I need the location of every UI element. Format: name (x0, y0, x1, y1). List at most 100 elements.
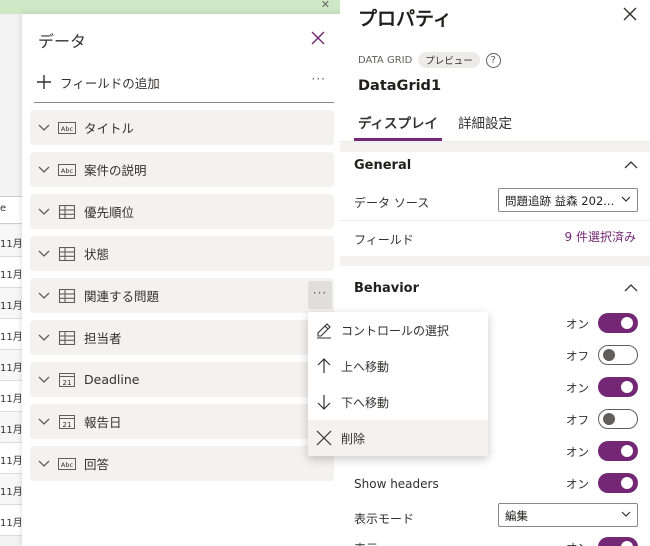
chevron-up-icon[interactable] (624, 283, 638, 293)
add-field-label: フィールドの追加 (60, 75, 160, 91)
general-section-title[interactable]: General (354, 158, 411, 173)
chevron-up-icon[interactable] (624, 160, 638, 170)
visible-toggle[interactable] (598, 537, 638, 546)
field-label: 関連する問題 (84, 289, 160, 304)
tab-display[interactable]: ディスプレイ (354, 110, 443, 141)
field-item[interactable]: Abc 回答 (30, 446, 334, 481)
svg-text:21: 21 (63, 379, 72, 387)
data-panel: データ フィールドの追加 ··· Abc タイトル Abc 案件の説明 優先順位 状態 関連… (22, 14, 350, 546)
arrow-down-icon (317, 395, 331, 410)
display-mode-select[interactable]: 編集 (498, 503, 638, 527)
display-mode-label: 表示モード (354, 512, 415, 526)
toggle-knob (621, 477, 633, 489)
display-mode-value: 編集 (505, 509, 528, 523)
control-name: DataGrid1 (358, 78, 442, 94)
properties-title: プロパティ (358, 8, 452, 30)
field-label: 状態 (84, 247, 110, 262)
data-source-select[interactable]: 問題追跡 益森 202... (498, 188, 638, 212)
control-type: DATA GRID プレビュー ? (358, 52, 501, 68)
field-item[interactable]: Abc 案件の説明 (30, 152, 334, 187)
properties-tabs: ディスプレイ 詳細設定 (354, 110, 528, 141)
chevron-down-icon[interactable] (38, 250, 50, 258)
toggle-state-label: オフ (566, 349, 589, 363)
toggle-state-label: オン (566, 477, 589, 491)
field-item[interactable]: 状態 (30, 236, 334, 271)
behavior-toggle[interactable] (598, 377, 638, 397)
behavior-section-title[interactable]: Behavior (354, 281, 419, 296)
plus-icon (37, 75, 51, 89)
arrow-up-icon (317, 358, 331, 373)
close-icon (316, 430, 332, 446)
field-item[interactable]: Abc タイトル (30, 110, 334, 145)
field-item[interactable]: 担当者 (30, 320, 334, 355)
behavior-toggle[interactable] (598, 473, 638, 493)
properties-panel: プロパティ DATA GRID プレビュー ? DataGrid1 ディスプレイ… (340, 0, 650, 546)
toggle-state-label: オン (566, 445, 589, 459)
context-menu-item[interactable]: コントロールの選択 (308, 312, 488, 348)
date-field-icon: 21 (59, 372, 75, 387)
chevron-down-icon[interactable] (38, 166, 50, 174)
text-field-icon: Abc (58, 457, 76, 470)
add-field-button[interactable]: フィールドの追加 ··· (34, 70, 334, 94)
choice-field-icon (58, 246, 76, 261)
close-icon[interactable] (308, 28, 328, 48)
field-item[interactable]: 優先順位 (30, 194, 334, 229)
text-field-icon: Abc (58, 121, 76, 134)
context-menu-item[interactable]: 上へ移動 (308, 348, 488, 384)
context-menu-item[interactable]: 削除 (308, 420, 488, 456)
context-menu-label: 削除 (341, 431, 366, 446)
help-icon[interactable]: ? (485, 52, 501, 68)
chevron-down-icon[interactable] (38, 334, 50, 342)
field-item[interactable]: 関連する問題 ··· (30, 278, 334, 313)
chevron-down-icon[interactable] (38, 124, 50, 132)
section-separator (340, 142, 650, 152)
context-menu-label: 下へ移動 (341, 395, 390, 410)
grid-row-cell: 11月1 (0, 257, 22, 288)
chevron-down-icon[interactable] (38, 208, 50, 216)
chevron-down-icon[interactable] (38, 292, 50, 300)
grid-header-cell: e (0, 196, 22, 224)
toggle-knob (603, 413, 615, 425)
context-menu-item[interactable]: 下へ移動 (308, 384, 488, 420)
more-options-icon[interactable]: ··· (308, 281, 332, 309)
text-field-icon: Abc (58, 163, 76, 176)
grid-row-cell: 11月7 (0, 226, 22, 257)
toggle-state-label: オフ (566, 413, 589, 427)
tab-advanced[interactable]: 詳細設定 (454, 110, 516, 141)
chevron-down-icon[interactable] (38, 460, 50, 468)
data-source-value: 問題追跡 益森 202... (505, 194, 615, 208)
behavior-toggle[interactable] (598, 441, 638, 461)
field-item[interactable]: 21 Deadline (30, 362, 334, 397)
field-label: 回答 (84, 457, 110, 472)
context-menu-label: コントロールの選択 (341, 323, 450, 338)
behavior-toggle[interactable] (598, 313, 638, 333)
control-type-label: DATA GRID (358, 54, 413, 66)
chevron-down-icon[interactable] (38, 418, 50, 426)
context-menu-label: 上へ移動 (341, 359, 390, 374)
more-options-icon[interactable]: ··· (312, 72, 326, 86)
grid-row-cell: 11月7 (0, 381, 22, 412)
field-label: タイトル (84, 121, 135, 136)
chevron-down-icon[interactable] (38, 376, 50, 384)
field-item[interactable]: 21 報告日 (30, 404, 334, 439)
grid-row-cell: 11月1 (0, 474, 22, 505)
behavior-toggle[interactable] (598, 409, 638, 429)
toggle-knob (621, 541, 633, 546)
toggle-knob (621, 317, 633, 329)
field-label: Deadline (84, 372, 140, 387)
choice-field-icon (58, 288, 76, 303)
chevron-down-icon (621, 511, 631, 517)
section-separator (340, 256, 650, 266)
close-icon[interactable] (622, 6, 638, 22)
grid-row-cell: 11月1 (0, 443, 22, 474)
fields-selected-link[interactable]: 9 件選択済み (565, 228, 636, 245)
toggle-state-label: オン (566, 317, 589, 331)
toggle-state-label: オン (566, 540, 589, 546)
grid-row-cell: 11月1 (0, 319, 22, 350)
visible-label: 表示 (354, 540, 378, 546)
canvas-close-icon: ✕ (320, 0, 330, 11)
show-headers-label: Show headers (354, 477, 439, 491)
behavior-toggle[interactable] (598, 345, 638, 365)
toggle-knob (621, 445, 633, 457)
edit-icon (317, 323, 331, 339)
